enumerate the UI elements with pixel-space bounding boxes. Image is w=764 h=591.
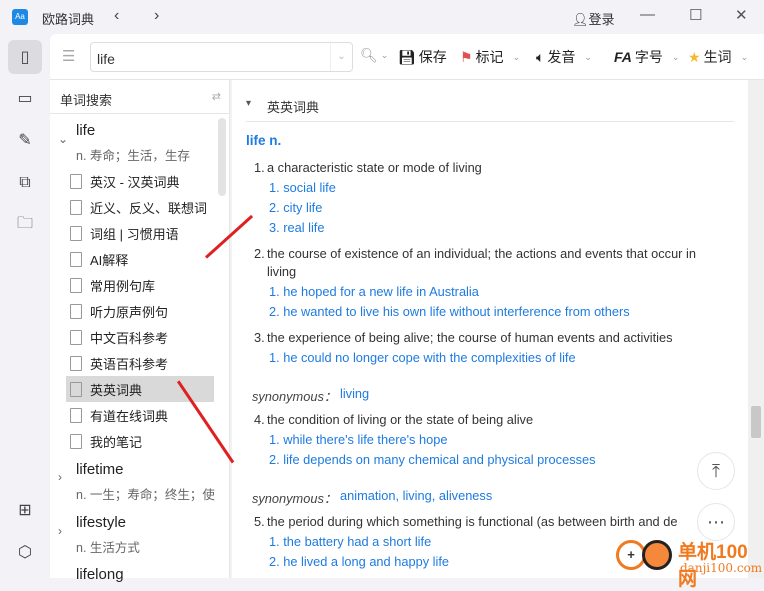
scroll-top-button[interactable]: ⤒ [697,452,735,490]
dict-item[interactable]: 我的笔记 [66,428,214,454]
example-link[interactable]: 1. he could no longer cope with the comp… [269,350,576,365]
vocab-button[interactable]: ★ 生词 ⌄ [688,47,748,67]
document-icon [70,381,82,397]
example-link[interactable]: 1. social life [269,180,336,195]
example-link[interactable]: 2. he wanted to live his own life withou… [269,304,630,319]
folder-icon[interactable]: 🗀︎ [8,208,42,242]
translate-icon[interactable]: ⧉ [8,166,42,200]
headword: life n. [246,133,282,148]
synonym-link[interactable]: animation, living, aliveness [340,488,492,503]
maximize-button[interactable]: ☐ [689,6,702,24]
app-title: 欧路词典 [42,12,95,27]
dict-item[interactable]: 听力原声例句 [66,298,214,324]
edit-icon[interactable]: ✎ [8,123,42,157]
synonym-link[interactable]: living [340,386,369,401]
speaker-icon: 🔈︎ [536,48,545,65]
sense-number: 4. [254,412,265,427]
word-search-label: 单词搜索 [60,93,113,108]
mark-button[interactable]: ⚑ 标记 ⌄ [460,47,520,67]
swap-icon[interactable]: ⇄ [212,90,221,103]
example-link[interactable]: 1. the battery had a short life [269,534,431,549]
apps-icon[interactable]: ⊞ [8,493,42,527]
font-icon: FA [614,49,632,65]
document-icon [70,277,82,293]
document-icon [70,303,82,319]
font-size-button[interactable]: FA 字号 ⌄ [614,47,679,67]
list-icon[interactable]: ☰ [62,47,75,65]
dict-item[interactable]: 英语百科参考 [66,350,214,376]
sense-definition: the experience of being alive; the cours… [267,330,673,345]
document-icon [70,199,82,215]
sense-number: 5. [254,514,265,529]
content-scrollbar[interactable] [748,80,764,578]
definition-panel: ▾ 英英词典 life n. 1. a characteristic state … [232,80,748,578]
example-link[interactable]: 1. while there's life there's hope [269,432,447,447]
flag-icon: ⚑ [460,48,473,65]
back-icon[interactable]: ‹ [114,7,119,25]
minimize-button[interactable]: — [640,6,655,23]
search-icon: 🔍︎ [360,47,378,63]
title-bar: Aa 欧路词典 ‹ › 👤︎登录 — ☐ ✕ [0,0,764,34]
document-icon [70,251,82,267]
close-button[interactable]: ✕ [735,6,748,24]
word-list-panel: 单词搜索 ⇄ ⌄ life n. 寿命；生活，生存 英汉 - 汉英词典 近义、反义、… [50,80,230,583]
search-button[interactable]: 🔍︎ ⌄ [360,47,388,64]
example-link[interactable]: 2. city life [269,200,322,215]
sense-definition: the condition of living or the state of … [267,412,534,427]
chevron-down-icon[interactable]: ⌄ [58,132,68,146]
document-icon [70,407,82,423]
sense-number: 3. [254,330,265,345]
sense-definition: living [267,264,297,279]
save-button[interactable]: 💾︎ 保存 [398,47,447,67]
settings-icon[interactable]: ⬡ [8,535,42,569]
arrow-up-icon: ⤒ [712,460,720,481]
speak-button[interactable]: 🔈︎ 发音 ⌄ [536,47,592,67]
section-title: 英英词典 [267,100,320,115]
chevron-right-icon[interactable]: › [58,524,62,538]
example-link[interactable]: 3. real life [269,220,324,235]
search-input[interactable]: life ⌄ [90,42,353,72]
dict-item[interactable]: 词组 | 习惯用语 [66,220,214,246]
dict-item[interactable]: 近义、反义、联想词 [66,194,214,220]
collapse-icon[interactable]: ▾ [246,98,251,109]
dict-item[interactable]: 有道在线词典 [66,402,214,428]
dict-item[interactable]: 常用例句库 [66,272,214,298]
dict-item[interactable]: 英汉 - 汉英词典 [66,168,214,194]
sense-definition: the course of existence of an individual… [267,246,696,261]
example-link[interactable]: 2. he lived a long and happy life [269,554,449,569]
document-icon [70,225,82,241]
example-link[interactable]: 1. he hoped for a new life in Australia [269,284,479,299]
save-icon: 💾︎ [398,48,416,65]
word-list-scrollbar[interactable] [218,118,226,196]
document-icon [70,173,82,189]
more-icon: ⋯ [707,511,725,532]
history-dropdown[interactable]: ⌄ [330,43,352,71]
synonymous-label: synonymous： [252,389,337,404]
synonymous-label: synonymous： [252,491,337,506]
sense-definition: a characteristic state or mode of living [267,160,482,175]
document-icon [70,329,82,345]
dict-item[interactable]: 中文百科参考 [66,324,214,350]
sense-number: 1. [254,160,265,175]
document-icon [70,433,82,449]
app-logo: Aa [12,9,28,25]
book-icon[interactable]: ▭ [8,81,42,115]
watermark: + 单机100网 danji100.com [616,536,764,590]
forward-icon[interactable]: › [154,7,159,25]
star-icon: ★ [688,48,701,65]
sense-definition: the period during which something is fun… [267,514,678,529]
chevron-right-icon[interactable]: › [58,470,62,484]
toolbar: ☰ life ⌄ 🔍︎ ⌄ 💾︎ 保存 ⚑ 标记 ⌄ 🔈︎ 发音 ⌄ FA 字号 ⌄ ★ 生词 ⌄ [50,34,764,80]
login-button[interactable]: 👤︎登录 [572,9,615,28]
example-link[interactable]: 2. life depends on many chemical and phy… [269,452,596,467]
document-icon [70,355,82,371]
dict-item[interactable]: AI解释 [66,246,214,272]
dictionary-icon[interactable]: ▯ [8,40,42,74]
user-icon: 👤︎ [572,12,589,27]
sense-number: 2. [254,246,265,261]
